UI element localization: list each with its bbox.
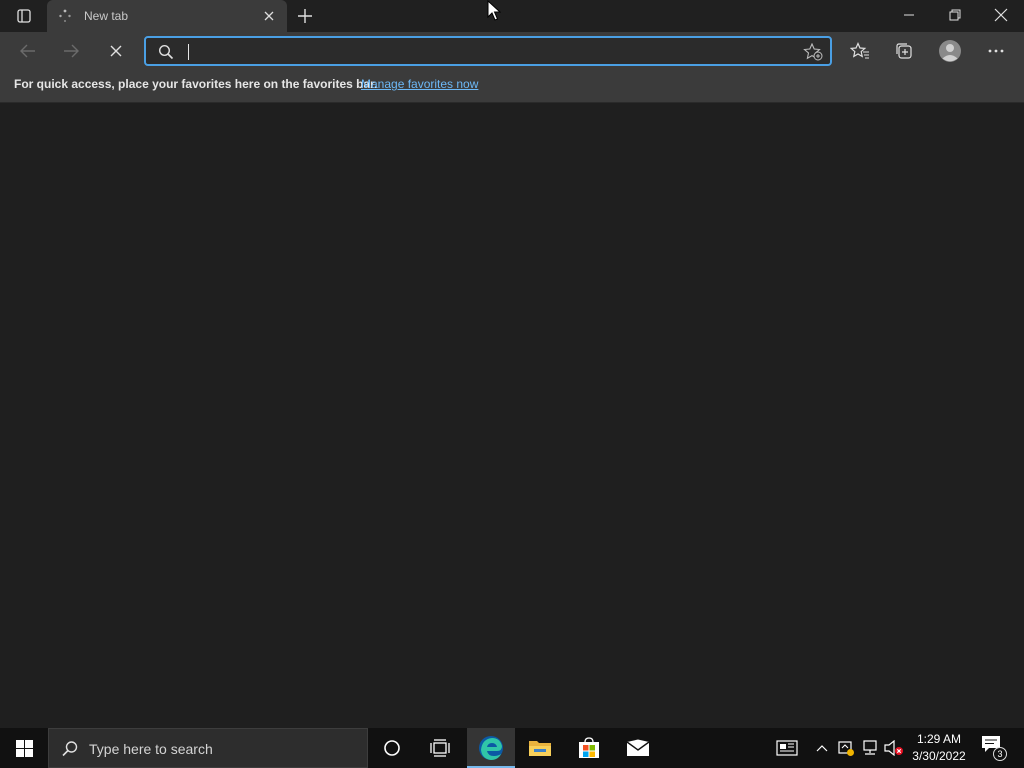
minimize-button[interactable] [886, 0, 932, 30]
edge-icon [479, 736, 503, 760]
collections-icon [896, 43, 912, 59]
new-tab-button[interactable] [294, 5, 316, 27]
notification-count-badge: 3 [993, 747, 1007, 761]
text-caret [188, 44, 189, 60]
tab-actions-button[interactable] [10, 6, 38, 26]
address-input[interactable] [194, 41, 754, 63]
minimize-icon [904, 14, 914, 16]
action-center-button[interactable]: 3 [980, 734, 1008, 762]
stop-icon [110, 45, 122, 57]
manage-favorites-link[interactable]: Manage favorites now [361, 77, 478, 91]
cortana-icon [384, 740, 400, 756]
page-content [0, 103, 1024, 728]
shield-warning-icon [838, 741, 854, 756]
collections-button[interactable] [889, 36, 919, 66]
loading-spinner-icon [59, 9, 71, 22]
windows-icon [15, 739, 33, 757]
volume-button[interactable] [883, 736, 905, 760]
favorites-button[interactable] [845, 36, 875, 66]
cortana-button[interactable] [368, 728, 416, 768]
clock-date: 3/30/2022 [912, 749, 966, 763]
mouse-pointer-icon [487, 0, 501, 21]
favorites-icon [850, 42, 869, 59]
news-button[interactable] [775, 736, 799, 760]
tab-new-tab[interactable]: New tab [47, 0, 287, 32]
forward-button[interactable] [56, 36, 86, 66]
mail-icon [626, 739, 650, 756]
profile-icon [939, 40, 961, 62]
task-view-icon [430, 739, 450, 757]
arrow-left-icon [20, 44, 35, 58]
taskbar-clock[interactable]: 1:29 AM 3/30/2022 [906, 731, 972, 765]
news-icon [776, 740, 798, 756]
close-icon [994, 8, 1008, 22]
clock-time: 1:29 AM [916, 732, 962, 746]
taskbar-edge[interactable] [467, 728, 515, 768]
search-placeholder: Type here to search [89, 741, 213, 757]
show-hidden-icons-button[interactable] [811, 736, 833, 760]
back-button[interactable] [13, 36, 43, 66]
stop-button[interactable] [101, 36, 131, 66]
add-favorite-button[interactable] [802, 42, 824, 62]
search-icon [158, 44, 174, 60]
tab-title: New tab [84, 9, 129, 23]
navigation-toolbar [0, 32, 1024, 70]
tray-app-button[interactable] [835, 736, 857, 760]
restore-icon [949, 9, 961, 21]
task-view-button[interactable] [416, 728, 464, 768]
favorites-bar: For quick access, place your favorites h… [0, 70, 1024, 103]
taskbar-file-explorer[interactable] [516, 728, 564, 768]
ellipsis-icon [988, 49, 1004, 53]
favorites-bar-message: For quick access, place your favorites h… [14, 77, 378, 91]
start-button[interactable] [0, 728, 48, 768]
profile-button[interactable] [935, 36, 965, 66]
tab-actions-icon [17, 9, 31, 23]
address-bar[interactable] [144, 36, 832, 66]
tab-close-icon[interactable] [261, 8, 277, 24]
taskbar-mail[interactable] [614, 728, 662, 768]
volume-muted-icon [884, 740, 903, 756]
close-window-button[interactable] [978, 0, 1024, 30]
network-button[interactable] [859, 736, 881, 760]
title-bar: New tab [0, 0, 1024, 32]
store-icon [579, 737, 599, 758]
chevron-up-icon [816, 745, 828, 752]
more-options-button[interactable] [981, 36, 1011, 66]
search-icon [62, 741, 78, 757]
folder-icon [529, 741, 551, 756]
taskbar-search-box[interactable]: Type here to search [48, 728, 368, 768]
restore-button[interactable] [932, 0, 978, 30]
arrow-right-icon [64, 44, 79, 58]
star-add-icon [803, 43, 823, 61]
taskbar-store[interactable] [565, 728, 613, 768]
taskbar: Type here to search 1:29 AM 3/30/2022 3 [0, 728, 1024, 768]
plus-icon [298, 9, 312, 23]
network-icon [863, 740, 877, 755]
